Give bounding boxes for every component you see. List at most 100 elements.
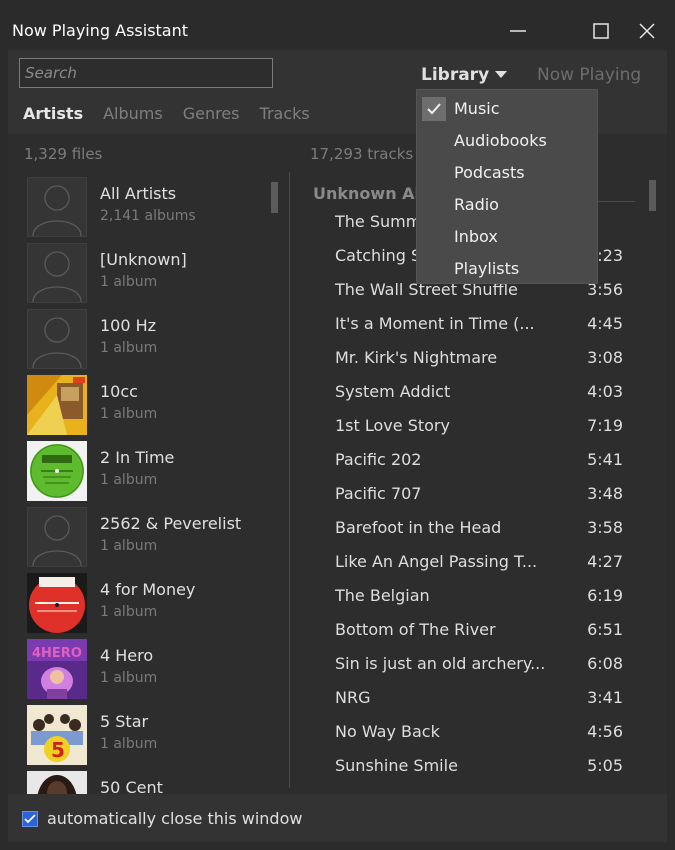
track-row[interactable]: Barefoot in the Head 3:58 xyxy=(305,513,645,547)
track-title: System Addict xyxy=(335,382,451,401)
track-title: It's a Moment in Time (... xyxy=(335,314,535,333)
close-button[interactable] xyxy=(627,12,667,50)
menu-item-label: Radio xyxy=(454,195,499,214)
checkmark-icon xyxy=(422,97,446,121)
now-playing-tab[interactable]: Now Playing xyxy=(537,65,641,85)
track-title: Pacific 707 xyxy=(335,484,422,503)
artist-name: 2562 & Peverelist xyxy=(100,514,242,533)
auto-close-label[interactable]: automatically close this window xyxy=(47,809,302,828)
library-selector-label: Library xyxy=(421,65,490,85)
minimize-button[interactable] xyxy=(498,12,538,50)
track-title: 1st Love Story xyxy=(335,416,450,435)
tab-tracks[interactable]: Tracks xyxy=(260,104,310,123)
svg-text:4HERO: 4HERO xyxy=(32,646,82,661)
track-row[interactable]: NRG 3:41 xyxy=(305,683,645,717)
track-title: Like An Angel Passing T... xyxy=(335,552,538,571)
artist-name: 4 Hero xyxy=(100,646,154,665)
menu-item-inbox[interactable]: Inbox xyxy=(417,220,597,252)
auto-close-checkbox[interactable] xyxy=(22,811,38,827)
track-duration: 3:48 xyxy=(587,484,623,503)
track-row[interactable]: It's a Moment in Time (... 4:45 xyxy=(305,309,645,343)
track-duration: 6:08 xyxy=(587,654,623,673)
artist-row-5-star[interactable]: 5 5 Star 1 album xyxy=(24,700,286,766)
artist-row-all-artists[interactable]: All Artists 2,141 albums xyxy=(24,172,286,238)
artist-album-count: 1 album xyxy=(100,604,158,620)
track-title: Pacific 202 xyxy=(335,450,422,469)
menu-item-music[interactable]: Music xyxy=(417,92,597,124)
menu-item-playlists[interactable]: Playlists xyxy=(417,252,597,284)
track-row[interactable]: Like An Angel Passing T... 4:27 xyxy=(305,547,645,581)
maximize-icon xyxy=(593,23,609,39)
track-title: Mr. Kirk's Nightmare xyxy=(335,348,498,367)
artist-name: All Artists xyxy=(100,184,177,203)
track-row[interactable]: Mr. Kirk's Nightmare 3:08 xyxy=(305,343,645,377)
artist-name: 100 Hz xyxy=(100,316,157,335)
track-title: Sunshine Smile xyxy=(335,756,458,775)
track-duration: 5:41 xyxy=(587,450,623,469)
track-duration: 3:41 xyxy=(587,688,623,707)
footer: automatically close this window xyxy=(8,794,667,842)
track-row[interactable]: Bottom of The River 6:51 xyxy=(305,615,645,649)
track-duration: :23 xyxy=(597,246,623,265)
artist-list-scrollbar[interactable] xyxy=(271,182,278,213)
artist-placeholder-icon xyxy=(27,177,87,237)
track-duration: 4:27 xyxy=(587,552,623,571)
title-bar: Now Playing Assistant xyxy=(0,0,675,50)
track-duration: 4:56 xyxy=(587,722,623,741)
menu-item-label: Audiobooks xyxy=(454,131,547,150)
close-icon xyxy=(639,23,655,39)
track-row[interactable]: 1st Love Story 7:19 xyxy=(305,411,645,445)
artist-row-unknown[interactable]: [Unknown] 1 album xyxy=(24,238,286,304)
artist-placeholder-icon xyxy=(27,309,87,369)
track-title: Sin is just an old archery... xyxy=(335,654,546,673)
track-rows: The Summ Catching S:23 The Wall Street S… xyxy=(305,207,645,793)
search-box[interactable] xyxy=(19,58,273,88)
track-title: The Summ xyxy=(335,212,422,231)
svg-text:5: 5 xyxy=(51,738,65,762)
tab-artists[interactable]: Artists xyxy=(23,104,83,123)
menu-item-label: Music xyxy=(454,99,500,118)
pane-divider[interactable] xyxy=(289,172,290,788)
track-title: Barefoot in the Head xyxy=(335,518,502,537)
track-row[interactable]: Pacific 202 5:41 xyxy=(305,445,645,479)
menu-item-label: Inbox xyxy=(454,227,498,246)
chevron-down-icon xyxy=(495,71,508,78)
track-row[interactable]: No Way Back 4:56 xyxy=(305,717,645,751)
menu-item-podcasts[interactable]: Podcasts xyxy=(417,156,597,188)
library-selector[interactable]: Library xyxy=(421,65,508,85)
track-row[interactable]: Pacific 707 3:48 xyxy=(305,479,645,513)
artist-album-count: 1 album xyxy=(100,406,158,422)
artist-album-count: 1 album xyxy=(100,472,158,488)
track-duration: 4:45 xyxy=(587,314,623,333)
artist-list: All Artists 2,141 albums [Unknown] 1 alb… xyxy=(24,172,286,794)
track-list-scrollbar[interactable] xyxy=(649,180,656,211)
artist-row-4-for-money[interactable]: 4 for Money 1 album xyxy=(24,568,286,634)
browse-tabs: Artists Albums Genres Tracks xyxy=(23,104,310,123)
artist-name: 5 Star xyxy=(100,712,149,731)
minimize-icon xyxy=(510,30,526,32)
artist-row-4-hero[interactable]: 4HERO 4 Hero 1 album xyxy=(24,634,286,700)
search-input[interactable] xyxy=(20,59,272,87)
menu-item-radio[interactable]: Radio xyxy=(417,188,597,220)
tab-genres[interactable]: Genres xyxy=(183,104,240,123)
artist-row-100-hz[interactable]: 100 Hz 1 album xyxy=(24,304,286,370)
maximize-button[interactable] xyxy=(581,12,621,50)
track-duration: 6:51 xyxy=(587,620,623,639)
menu-item-audiobooks[interactable]: Audiobooks xyxy=(417,124,597,156)
track-row[interactable]: Sunshine Smile 5:05 xyxy=(305,751,645,785)
artist-row-2-in-time[interactable]: 2 In Time 1 album xyxy=(24,436,286,502)
album-cover-image: 4HERO xyxy=(27,639,87,699)
artist-row-10cc[interactable]: 10cc 1 album xyxy=(24,370,286,436)
artist-row-2562-peverelist[interactable]: 2562 & Peverelist 1 album xyxy=(24,502,286,568)
track-row[interactable]: Sin is just an old archery... 6:08 xyxy=(305,649,645,683)
album-cover-image: 5 xyxy=(27,705,87,765)
track-row[interactable]: The Belgian 6:19 xyxy=(305,581,645,615)
tab-albums[interactable]: Albums xyxy=(103,104,163,123)
artist-album-count: 1 album xyxy=(100,340,158,356)
track-row[interactable]: System Addict 4:03 xyxy=(305,377,645,411)
artist-row-50-cent[interactable]: 50 Cent xyxy=(24,766,286,794)
album-cover-image xyxy=(27,375,87,435)
track-title: The Belgian xyxy=(335,586,430,605)
files-count: 1,329 files xyxy=(24,145,103,163)
library-dropdown-menu: Music Audiobooks Podcasts Radio Inbox Pl… xyxy=(416,89,598,284)
